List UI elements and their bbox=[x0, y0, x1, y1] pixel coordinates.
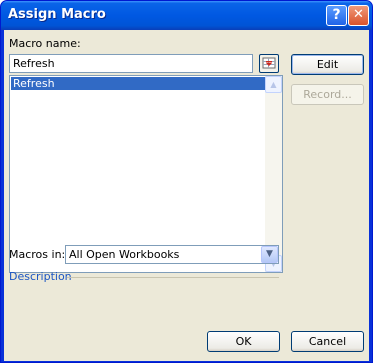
chevron-down-icon: ▼ bbox=[266, 249, 273, 259]
dropdown-button[interactable]: ▼ bbox=[261, 246, 278, 263]
ok-button[interactable]: OK bbox=[207, 331, 280, 352]
close-button[interactable]: ✕ bbox=[348, 5, 369, 26]
macros-in-value: All Open Workbooks bbox=[69, 248, 180, 261]
collapse-dialog-button[interactable] bbox=[259, 54, 279, 73]
description-divider bbox=[67, 277, 279, 278]
cancel-button[interactable]: Cancel bbox=[291, 331, 364, 352]
help-icon: ? bbox=[332, 7, 341, 23]
assign-macro-dialog: Assign Macro ? ✕ Macro name: Refresh Ref… bbox=[0, 0, 373, 363]
help-button[interactable]: ? bbox=[326, 5, 347, 26]
macros-in-label: Macros in: bbox=[9, 248, 66, 261]
list-item[interactable]: Refresh bbox=[11, 77, 265, 90]
close-icon: ✕ bbox=[353, 7, 364, 22]
macro-list[interactable]: Refresh ▲ ▼ bbox=[9, 75, 283, 273]
dialog-body: Macro name: Refresh Refresh ▲ ▼ bbox=[4, 30, 369, 361]
edit-button[interactable]: Edit bbox=[291, 54, 364, 75]
range-picker-icon bbox=[262, 57, 276, 69]
vertical-scrollbar[interactable]: ▲ ▼ bbox=[265, 76, 282, 272]
title-bar[interactable]: Assign Macro ? ✕ bbox=[1, 1, 372, 30]
macro-name-input[interactable]: Refresh bbox=[9, 54, 253, 73]
record-button[interactable]: Record... bbox=[291, 84, 364, 105]
macro-name-label: Macro name: bbox=[9, 37, 81, 50]
macros-in-dropdown[interactable]: All Open Workbooks ▼ bbox=[65, 245, 279, 264]
chevron-up-icon: ▲ bbox=[270, 80, 277, 89]
scroll-up-button[interactable]: ▲ bbox=[265, 76, 282, 93]
description-label: Description bbox=[9, 270, 72, 283]
dialog-title: Assign Macro bbox=[8, 7, 106, 22]
